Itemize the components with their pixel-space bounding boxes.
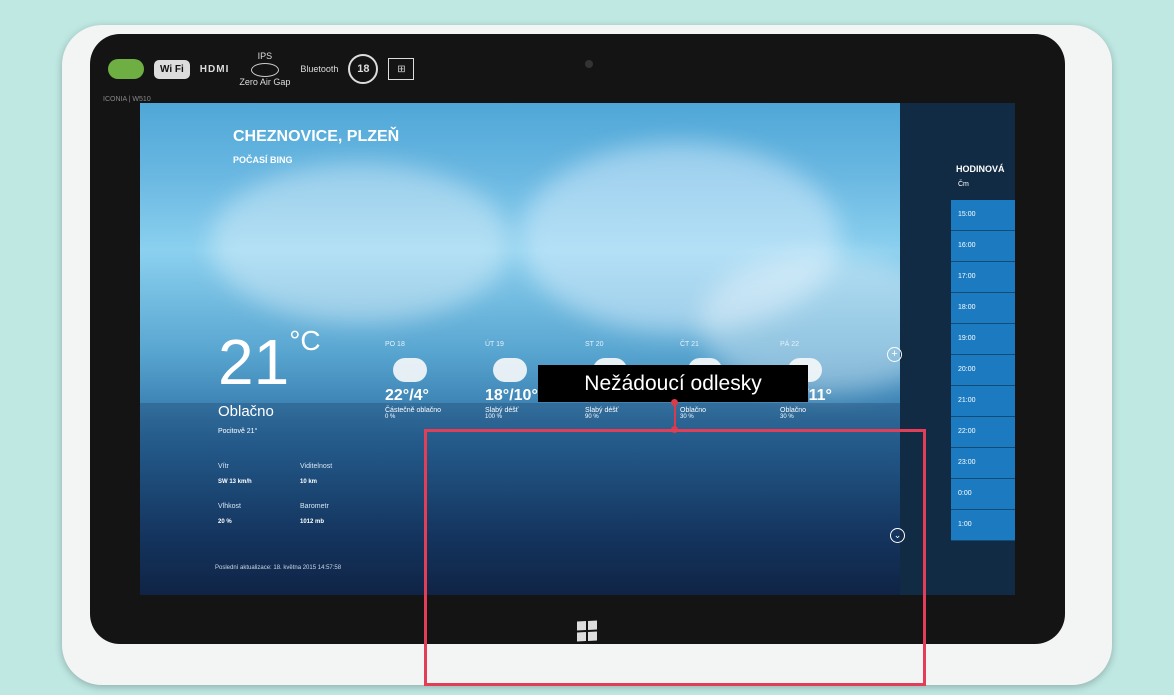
app-subtitle: POČASÍ BING xyxy=(233,155,293,165)
forecast-precip: 100 % xyxy=(485,414,503,420)
forecast-precip: 30 % xyxy=(780,414,794,420)
hour-row[interactable]: 15:00 xyxy=(951,200,1015,231)
hourly-day: Čm xyxy=(958,181,969,188)
annotation-highlight-box xyxy=(424,429,926,686)
forecast-day-name: PÁ 22 xyxy=(780,341,800,348)
forecast-day[interactable]: PO 18 22°/4° Částečně oblačno 0 % xyxy=(385,341,480,420)
ips-label: IPS xyxy=(257,51,273,61)
hdmi-badge: HDMI xyxy=(199,63,230,75)
forecast-precip: 0 % xyxy=(385,414,396,420)
bluetooth-badge: Bluetooth xyxy=(300,64,339,74)
cloud-icon xyxy=(393,358,427,382)
stat-label: Vlhkost xyxy=(218,503,241,510)
stat-value: 1012 mb xyxy=(300,519,325,525)
forecast-day-name: ST 20 xyxy=(585,341,604,348)
stat-value: 10 km xyxy=(300,479,318,485)
annotation-label: Nežádoucí odlesky xyxy=(538,365,808,402)
forecast-condition: Oblačno xyxy=(680,407,707,414)
current-temperature: 21°C xyxy=(218,325,321,399)
hour-row[interactable]: 0:00 xyxy=(951,479,1015,510)
feature-badges: Wi Fi HDMI IPS Zero Air Gap Bluetooth 18… xyxy=(108,44,500,94)
hour-row[interactable]: 18:00 xyxy=(951,293,1015,324)
stat-label: Vítr xyxy=(218,463,229,470)
forecast-condition: Částečně oblačno xyxy=(385,407,442,414)
location-title[interactable]: CHEZNOVICE, PLZEŇ xyxy=(233,128,399,146)
stat-value: SW 13 km/h xyxy=(218,479,252,485)
hourly-title: HODINOVÁ xyxy=(956,164,1005,174)
eye-icon xyxy=(250,63,279,77)
battery-hours-badge: 18 xyxy=(348,54,379,84)
ips-sub-label: Zero Air Gap xyxy=(239,77,291,87)
forecast-condition: Oblačno xyxy=(780,407,807,414)
temperature-value: 21 xyxy=(218,326,290,398)
feels-like: Pocitově 21° xyxy=(218,428,258,435)
hour-row[interactable]: 16:00 xyxy=(951,231,1015,262)
rain-icon xyxy=(493,358,527,382)
hourly-list: 15:00 16:00 17:00 18:00 19:00 20:00 21:0… xyxy=(951,200,1015,541)
windows-badge-icon: ⊞ xyxy=(388,58,415,80)
last-updated: Poslední aktualizace: 18. května 2015 14… xyxy=(215,565,342,571)
model-label: ICONIA | W510 xyxy=(103,96,151,103)
forecast-day-name: ČT 21 xyxy=(680,341,699,348)
forecast-condition: Slabý déšť xyxy=(485,407,519,414)
hour-row[interactable]: 20:00 xyxy=(951,355,1015,386)
wifi-badge: Wi Fi xyxy=(154,59,190,79)
ips-badge: IPS Zero Air Gap xyxy=(239,51,290,87)
temperature-unit: °C xyxy=(289,325,321,356)
hour-row[interactable]: 17:00 xyxy=(951,262,1015,293)
expand-forecast-button[interactable]: + xyxy=(887,347,902,362)
stat-value: 20 % xyxy=(218,519,232,525)
forecast-precip: 30 % xyxy=(680,414,694,420)
forecast-condition: Slabý déšť xyxy=(585,407,619,414)
forecast-temps: 22°/4° xyxy=(385,387,429,404)
cloud-logo-icon xyxy=(108,59,144,79)
forecast-day-name: ÚT 19 xyxy=(485,341,504,348)
hour-row[interactable]: 1:00 xyxy=(951,510,1015,541)
hour-row[interactable]: 21:00 xyxy=(951,386,1015,417)
stat-label: Viditelnost xyxy=(300,463,333,470)
hour-row[interactable]: 23:00 xyxy=(951,448,1015,479)
current-condition: Oblačno xyxy=(218,403,274,420)
hour-row[interactable]: 19:00 xyxy=(951,324,1015,355)
stat-label: Barometr xyxy=(300,503,329,510)
cloud-graphic xyxy=(210,163,510,323)
forecast-precip: 90 % xyxy=(585,414,599,420)
forecast-day-name: PO 18 xyxy=(385,341,405,348)
camera-icon xyxy=(585,60,593,68)
hour-row[interactable]: 22:00 xyxy=(951,417,1015,448)
